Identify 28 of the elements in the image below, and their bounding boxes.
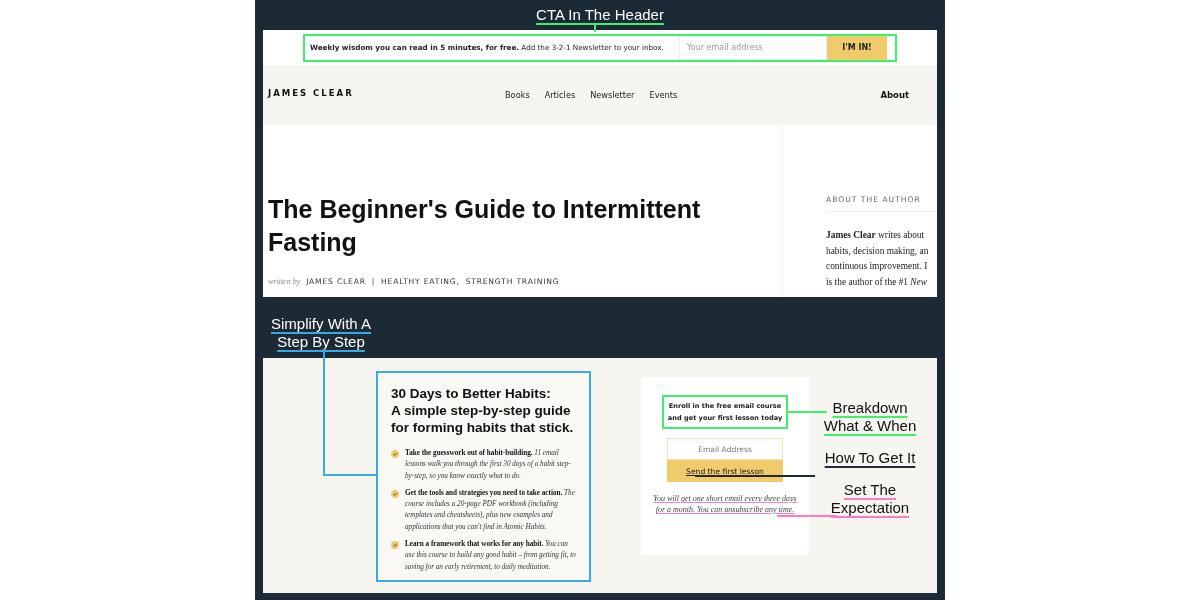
annotation-label: Simplify With A Step By Step (271, 315, 372, 351)
annotation-label: CTA In The Header (536, 6, 664, 24)
nav-link[interactable]: Articles (544, 90, 576, 100)
author-bio-line: James Clear writes about (826, 229, 926, 242)
byline-label: written by (268, 277, 301, 286)
site-logo[interactable]: JAMES CLEAR (268, 88, 505, 98)
nav-link[interactable]: About (880, 90, 909, 100)
author-bio-line: is the author of the #1 New (826, 275, 929, 289)
signup-note: You will get one short email every three days for a month. You can unsubscribe any time. (652, 493, 798, 515)
annotation-label: Set The Expectation (830, 481, 910, 517)
leader-line (787, 411, 827, 413)
check-circle-icon (391, 450, 399, 458)
subscribe-button[interactable]: I'M IN! (827, 35, 887, 60)
leader-line (777, 515, 837, 517)
course-title-line: A simple step-by-step guide (391, 402, 572, 419)
author-bio-line: habits, decision making, an (826, 244, 930, 258)
course-title-line: 30 Days to Better Habits: (391, 385, 552, 402)
check-circle-icon (391, 489, 399, 498)
author-bio-line: continuous improvement. I (826, 260, 929, 273)
nav-link[interactable]: Newsletter (590, 90, 635, 100)
annotation-label: How To Get It (824, 449, 916, 467)
nav-link[interactable]: Books (505, 90, 530, 100)
annotation-label: Breakdown What & When (823, 399, 917, 435)
nav-link[interactable]: Events (649, 90, 678, 100)
check-circle-icon (391, 541, 399, 550)
course-title-line: for forming habits that stick. (391, 419, 575, 436)
article-title: The Beginner's Guide to Intermittent Fasting (268, 194, 702, 258)
email-field[interactable]: Your email address (679, 35, 827, 60)
